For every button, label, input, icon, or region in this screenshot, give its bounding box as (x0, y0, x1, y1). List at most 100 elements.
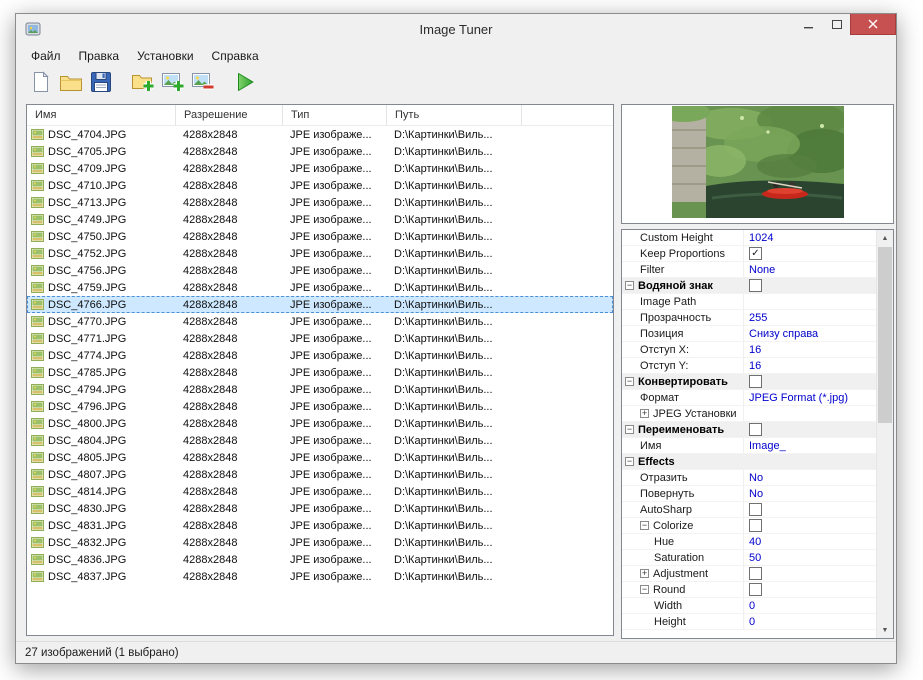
open-button[interactable] (56, 71, 86, 99)
property-value[interactable]: No (749, 488, 763, 500)
title-bar[interactable]: Image Tuner (16, 14, 896, 44)
property-value[interactable]: Image_ (749, 440, 786, 452)
property-value[interactable]: Снизу справа (749, 328, 818, 340)
table-row[interactable]: DSC_4705.JPG 4288x2848 JPE изображе... D:\К… (27, 143, 613, 160)
expander-minus-icon[interactable]: − (640, 521, 649, 530)
add-folder-button[interactable] (128, 71, 158, 99)
menu-item-help[interactable]: Справка (203, 46, 268, 66)
checkbox[interactable] (749, 583, 762, 596)
table-row[interactable]: DSC_4766.JPG 4288x2848 JPE изображе... D:\К… (27, 296, 613, 313)
property-section-row[interactable]: − Конвертировать (622, 374, 876, 390)
table-row[interactable]: DSC_4785.JPG 4288x2848 JPE изображе... D:\К… (27, 364, 613, 381)
run-button[interactable] (230, 71, 260, 99)
maximize-button[interactable] (823, 14, 850, 35)
expander-minus-icon[interactable]: − (625, 377, 634, 386)
table-row[interactable]: DSC_4830.JPG 4288x2848 JPE изображе... D:\К… (27, 500, 613, 517)
property-row[interactable]: Повернуть No (622, 486, 876, 502)
checkbox[interactable] (749, 423, 762, 436)
property-row[interactable]: − Round (622, 582, 876, 598)
table-row[interactable]: DSC_4831.JPG 4288x2848 JPE изображе... D:\К… (27, 517, 613, 534)
checkbox[interactable]: ✓ (749, 247, 762, 260)
table-row[interactable]: DSC_4804.JPG 4288x2848 JPE изображе... D:\К… (27, 432, 613, 449)
property-value[interactable]: 16 (749, 344, 761, 356)
table-row[interactable]: DSC_4759.JPG 4288x2848 JPE изображе... D:\К… (27, 279, 613, 296)
property-row[interactable]: Keep Proportions ✓ (622, 246, 876, 262)
column-header-resolution[interactable]: Разрешение (176, 105, 283, 125)
property-row[interactable]: Позиция Снизу справа (622, 326, 876, 342)
expander-minus-icon[interactable]: − (625, 281, 634, 290)
checkbox[interactable] (749, 503, 762, 516)
column-header-type[interactable]: Тип (283, 105, 387, 125)
table-row[interactable]: DSC_4709.JPG 4288x2848 JPE изображе... D:\К… (27, 160, 613, 177)
table-row[interactable]: DSC_4814.JPG 4288x2848 JPE изображе... D:\К… (27, 483, 613, 500)
table-row[interactable]: DSC_4704.JPG 4288x2848 JPE изображе... D:\К… (27, 126, 613, 143)
scroll-up-icon[interactable]: ▲ (877, 230, 893, 246)
expander-minus-icon[interactable]: − (640, 585, 649, 594)
table-row[interactable]: DSC_4756.JPG 4288x2848 JPE изображе... D:\К… (27, 262, 613, 279)
save-button[interactable] (86, 71, 116, 99)
table-row[interactable]: DSC_4837.JPG 4288x2848 JPE изображе... D:\К… (27, 568, 613, 585)
property-row[interactable]: Отступ Y: 16 (622, 358, 876, 374)
property-section-row[interactable]: − Effects (622, 454, 876, 470)
property-section-row[interactable]: − Переименовать (622, 422, 876, 438)
property-row[interactable]: Custom Height 1024 (622, 230, 876, 246)
property-row[interactable]: Отступ X: 16 (622, 342, 876, 358)
property-value[interactable]: 255 (749, 312, 767, 324)
table-row[interactable]: DSC_4796.JPG 4288x2848 JPE изображе... D:\К… (27, 398, 613, 415)
expander-minus-icon[interactable]: − (625, 457, 634, 466)
close-button[interactable] (850, 14, 896, 35)
property-value[interactable]: 0 (749, 600, 755, 612)
property-row[interactable]: Height 0 (622, 614, 876, 630)
column-header-name[interactable]: Имя (27, 105, 176, 125)
checkbox[interactable] (749, 567, 762, 580)
scroll-down-icon[interactable]: ▼ (877, 622, 893, 638)
property-value[interactable]: 40 (749, 536, 761, 548)
menu-item-settings[interactable]: Установки (128, 46, 202, 66)
property-row[interactable]: + JPEG Установки (622, 406, 876, 422)
table-row[interactable]: DSC_4807.JPG 4288x2848 JPE изображе... D:\К… (27, 466, 613, 483)
scroll-thumb[interactable] (878, 247, 892, 423)
property-row[interactable]: Отразить No (622, 470, 876, 486)
add-images-button[interactable] (158, 71, 188, 99)
table-row[interactable]: DSC_4836.JPG 4288x2848 JPE изображе... D:\К… (27, 551, 613, 568)
property-value[interactable]: JPEG Format (*.jpg) (749, 392, 848, 404)
property-value[interactable]: 50 (749, 552, 761, 564)
checkbox[interactable] (749, 279, 762, 292)
property-value[interactable]: 1024 (749, 232, 773, 244)
table-row[interactable]: DSC_4750.JPG 4288x2848 JPE изображе... D:\К… (27, 228, 613, 245)
property-row[interactable]: Формат JPEG Format (*.jpg) (622, 390, 876, 406)
menu-item-file[interactable]: Файл (22, 46, 70, 66)
checkbox[interactable] (749, 375, 762, 388)
table-row[interactable]: DSC_4774.JPG 4288x2848 JPE изображе... D:\К… (27, 347, 613, 364)
property-row[interactable]: Saturation 50 (622, 550, 876, 566)
property-value[interactable]: None (749, 264, 775, 276)
property-row[interactable]: Прозрачность 255 (622, 310, 876, 326)
table-row[interactable]: DSC_4749.JPG 4288x2848 JPE изображе... D:\К… (27, 211, 613, 228)
table-row[interactable]: DSC_4710.JPG 4288x2848 JPE изображе... D:\К… (27, 177, 613, 194)
property-value[interactable]: 0 (749, 616, 755, 628)
expander-minus-icon[interactable]: − (625, 425, 634, 434)
property-section-row[interactable]: − Водяной знак (622, 278, 876, 294)
property-row[interactable]: Image Path (622, 294, 876, 310)
expander-plus-icon[interactable]: + (640, 409, 649, 418)
property-row[interactable]: Width 0 (622, 598, 876, 614)
property-row[interactable]: − Colorize (622, 518, 876, 534)
scrollbar[interactable]: ▲ ▼ (876, 230, 893, 638)
table-row[interactable]: DSC_4770.JPG 4288x2848 JPE изображе... D:\К… (27, 313, 613, 330)
expander-plus-icon[interactable]: + (640, 569, 649, 578)
new-list-button[interactable] (26, 71, 56, 99)
table-row[interactable]: DSC_4794.JPG 4288x2848 JPE изображе... D:\К… (27, 381, 613, 398)
table-row[interactable]: DSC_4713.JPG 4288x2848 JPE изображе... D:\К… (27, 194, 613, 211)
remove-images-button[interactable] (188, 71, 218, 99)
minimize-button[interactable] (795, 14, 823, 35)
table-row[interactable]: DSC_4832.JPG 4288x2848 JPE изображе... D:\К… (27, 534, 613, 551)
menu-item-edit[interactable]: Правка (70, 46, 129, 66)
property-row[interactable]: + Adjustment (622, 566, 876, 582)
property-row[interactable]: Filter None (622, 262, 876, 278)
property-row[interactable]: Hue 40 (622, 534, 876, 550)
property-value[interactable]: 16 (749, 360, 761, 372)
table-row[interactable]: DSC_4800.JPG 4288x2848 JPE изображе... D:\К… (27, 415, 613, 432)
table-row[interactable]: DSC_4805.JPG 4288x2848 JPE изображе... D:\К… (27, 449, 613, 466)
column-header-path[interactable]: Путь (387, 105, 522, 125)
table-row[interactable]: DSC_4752.JPG 4288x2848 JPE изображе... D:\К… (27, 245, 613, 262)
